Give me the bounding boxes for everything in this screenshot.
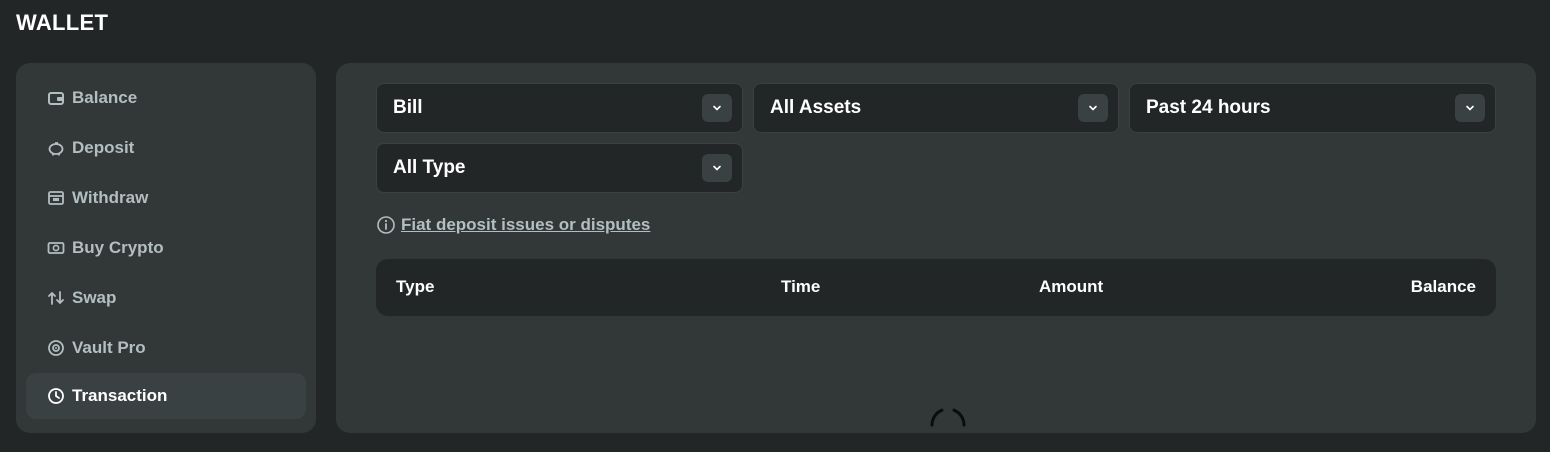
transaction-icon [46,386,66,406]
vault-icon [46,338,66,358]
bill-select[interactable]: Bill [376,83,743,133]
sidebar-item-balance[interactable]: Balance [26,75,306,121]
sidebar-item-withdraw[interactable]: Withdraw [26,175,306,221]
period-select[interactable]: Past 24 hours [1129,83,1496,133]
sidebar-item-vault-pro[interactable]: Vault Pro [26,325,306,371]
chevron-down-icon [702,154,732,182]
period-select-value: Past 24 hours [1146,97,1271,118]
column-header-type[interactable]: Type [396,277,434,297]
chevron-down-icon [1078,94,1108,122]
sidebar-item-label: Transaction [72,386,168,405]
info-icon [376,215,396,235]
loading-spinner-icon [926,403,970,447]
sidebar-item-transaction[interactable]: Transaction [26,373,306,419]
chevron-down-icon [1455,94,1485,122]
column-header-balance[interactable]: Balance [1411,277,1476,297]
buy-crypto-icon [46,238,66,258]
table-header: Type Time Amount Balance [376,259,1496,316]
page-title: WALLET [16,10,109,35]
assets-select-value: All Assets [770,97,862,118]
sidebar-item-buy-crypto[interactable]: Buy Crypto [26,225,306,271]
sidebar-item-swap[interactable]: Swap [26,275,306,321]
piggy-bank-icon [46,138,66,158]
sidebar-item-deposit[interactable]: Deposit [26,125,306,171]
sidebar: Balance Deposit Withdraw Buy Crypto Swap… [16,63,316,433]
sidebar-item-label: Balance [72,88,138,107]
fiat-dispute-notice: Fiat deposit issues or disputes [376,215,650,235]
sidebar-item-label: Deposit [72,138,135,157]
sidebar-item-label: Withdraw [72,188,149,207]
column-header-time[interactable]: Time [781,277,820,297]
sidebar-item-label: Buy Crypto [72,238,164,257]
assets-select[interactable]: All Assets [753,83,1119,133]
type-select-value: All Type [393,157,466,178]
withdraw-icon [46,188,66,208]
sidebar-item-label: Swap [72,288,117,307]
type-select[interactable]: All Type [376,143,743,193]
column-header-amount[interactable]: Amount [1039,277,1103,297]
transactions-panel: Bill All Assets Past 24 hours All Type F… [336,63,1536,433]
sidebar-item-label: Vault Pro [72,338,146,357]
fiat-dispute-link[interactable]: Fiat deposit issues or disputes [401,215,650,235]
bill-select-value: Bill [393,97,423,118]
swap-icon [46,288,66,308]
chevron-down-icon [702,94,732,122]
wallet-icon [46,88,66,108]
